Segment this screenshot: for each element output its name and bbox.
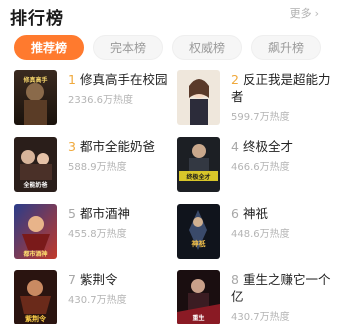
cover-title: 紫荆令 [25,314,47,323]
cover-title: 重生 [192,314,204,322]
heat-count: 430.7万热度 [68,295,127,306]
rank-number: 2 [231,72,239,87]
tab-recommend[interactable]: 推荐榜 [14,35,84,60]
book-item-2[interactable]: 2 反正我是超能力者 599.7万热度 [177,70,337,128]
more-link[interactable]: 更多 › [290,5,319,21]
book-cover: 紫荆令 [14,270,57,324]
heat-count: 430.7万热度 [231,312,290,323]
book-title: 紫荆令 [79,272,118,287]
ranking-header: 排行榜 更多 › [0,0,337,30]
rank-number: 5 [68,206,76,221]
heat-count: 466.6万热度 [231,162,290,173]
book-cover: 终极全才 [177,137,220,192]
heat-count: 588.9万热度 [68,162,127,173]
cover-title: 都市酒神 [22,250,47,258]
book-cover [177,70,220,125]
book-title: 重生之赚它一个亿 [231,272,331,304]
book-title: 都市全能奶爸 [79,139,155,154]
cover-title: 全能奶爸 [22,181,47,189]
heat-count: 455.8万热度 [68,229,127,240]
tab-authority[interactable]: 权威榜 [172,35,242,60]
page-title: 排行榜 [10,9,64,29]
heat-count: 599.7万热度 [231,112,290,123]
book-item-8[interactable]: 重生 8 重生之赚它一个亿 430.7万热度 [177,270,337,324]
book-cover: 修真高手 [14,70,57,125]
book-item-5[interactable]: 都市酒神 5 都市酒神 455.8万热度 [14,204,174,262]
cover-title: 终极全才 [185,173,210,181]
more-label: 更多 [289,7,312,20]
book-title: 神祇 [242,206,268,221]
book-title: 修真高手在校园 [79,72,168,87]
book-item-6[interactable]: 神祇 6 神祇 448.6万热度 [177,204,337,262]
tab-rising[interactable]: 飙升榜 [251,35,321,60]
heat-count: 2336.6万热度 [68,95,133,106]
book-item-3[interactable]: 全能奶爸 3 都市全能奶爸 588.9万热度 [14,137,174,195]
book-cover: 都市酒神 [14,204,57,259]
tab-completed[interactable]: 完本榜 [93,35,163,60]
book-item-4[interactable]: 终极全才 4 终极全才 466.6万热度 [177,137,337,195]
rank-number: 4 [231,139,239,154]
chevron-right-icon: › [314,6,319,20]
rank-number: 3 [68,139,76,154]
book-item-1[interactable]: 修真高手 1 修真高手在校园 2336.6万热度 [14,70,174,128]
book-cover: 重生 [177,270,220,324]
rank-number: 6 [231,206,239,221]
book-cover: 全能奶爸 [14,137,57,192]
book-item-7[interactable]: 紫荆令 7 紫荆令 430.7万热度 [14,270,174,324]
rank-number: 1 [68,72,76,87]
book-cover: 神祇 [177,204,220,259]
ranking-tabs: 推荐榜 完本榜 权威榜 飙升榜 [0,35,337,61]
cover-title: 神祇 [192,239,206,248]
book-title: 终极全才 [242,139,293,154]
rank-number: 7 [68,272,76,287]
rank-number: 8 [231,272,239,287]
cover-title: 修真高手 [22,76,47,84]
book-title: 都市酒神 [79,206,130,221]
book-title: 反正我是超能力者 [231,72,331,104]
heat-count: 448.6万热度 [231,229,290,240]
